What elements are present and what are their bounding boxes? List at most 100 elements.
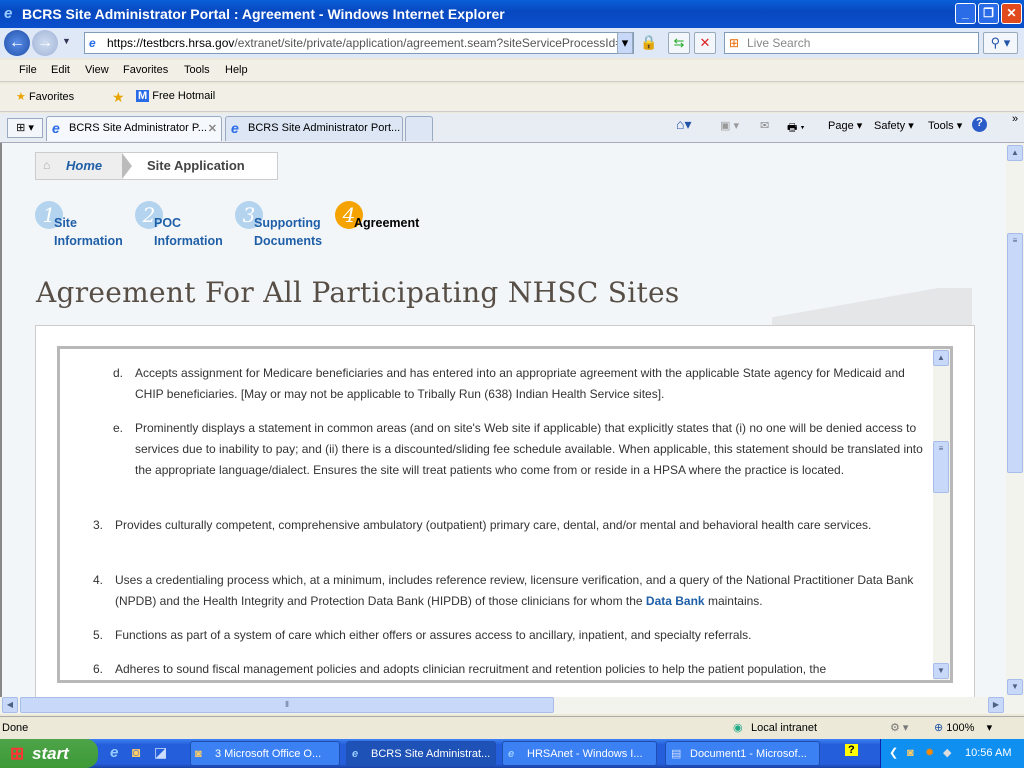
system-tray: ❮ ◙ ✹ ◆ 10:56 AM — [880, 739, 1024, 768]
new-tab-button[interactable] — [405, 116, 433, 141]
search-input[interactable]: ⊞ Live Search — [724, 32, 979, 54]
search-button[interactable]: ⚲ ▾ — [983, 32, 1018, 54]
safety-menu[interactable]: Safety ▾ — [874, 119, 914, 132]
help-icon[interactable]: ? — [972, 117, 987, 132]
network-tray-icon[interactable]: ✹ — [925, 739, 934, 768]
taskbar: ⊞ start e ◙ ◪ ◙ 3 Microsoft Office O... eB… — [0, 739, 1024, 768]
ie-tab-icon: e — [52, 120, 60, 136]
close-button[interactable]: ✕ — [1001, 3, 1022, 24]
agreement-scrollbar[interactable]: ▲ ≡ ▼ — [933, 349, 950, 680]
taskbar-item-outlook[interactable]: ◙ 3 Microsoft Office O... — [190, 741, 340, 766]
ie-quicklaunch-icon[interactable]: e — [110, 744, 118, 761]
address-input[interactable]: e https://testbcrs.hrsa.gov/extranet/sit… — [84, 32, 634, 54]
menu-edit[interactable]: Edit — [51, 64, 70, 76]
start-label: start — [32, 744, 69, 763]
menu-file[interactable]: File — [19, 64, 37, 76]
menu-help[interactable]: Help — [225, 64, 248, 76]
agreement-item-4: 4. Uses a credentialing process which, at… — [93, 570, 930, 612]
start-button[interactable]: ⊞ start — [0, 739, 98, 768]
chevron-more-icon[interactable]: » — [1012, 113, 1018, 125]
breadcrumb-home[interactable]: ⌂ Home — [36, 153, 122, 179]
taskbar-item-bcrs[interactable]: e BCRS Site Administrat... — [346, 741, 496, 766]
agreement-item-e: e. Prominently displays a statement in co… — [113, 418, 925, 481]
print-icon[interactable]: 🖶 ▾ — [787, 119, 805, 138]
page-content: ⌂ Home Site Application 1 Site Information… — [0, 143, 1006, 697]
page-label: Page — [828, 120, 854, 132]
taskbar-item-hrsanet[interactable]: e HRSAnet - Windows I... — [502, 741, 657, 766]
item-marker: 6. — [93, 662, 104, 676]
home-icon[interactable]: ⌂▾ — [676, 116, 691, 133]
page-icon: e — [89, 36, 96, 50]
home-link[interactable]: Home — [66, 158, 102, 173]
menu-bar: File Edit View Favorites Tools Help — [0, 60, 1024, 82]
step-label-line2: Information — [154, 234, 223, 248]
tab-active[interactable]: e BCRS Site Administrator P... ✕ — [46, 116, 222, 141]
favorites-button[interactable]: ★ Favorites — [16, 90, 74, 103]
address-toolbar: ← → ▼ e https://testbcrs.hrsa.gov/extran… — [0, 28, 1024, 58]
tools-menu[interactable]: Tools ▾ — [928, 119, 962, 132]
page-vertical-scrollbar[interactable]: ▲ ≡ ▼ — [1006, 143, 1024, 697]
scroll-right-button[interactable]: ▶ — [988, 697, 1004, 713]
scroll-down-button[interactable]: ▼ — [933, 663, 949, 679]
menu-favorites[interactable]: Favorites — [123, 64, 168, 76]
refresh-button[interactable]: ⇆ — [668, 32, 690, 54]
history-dropdown-icon[interactable]: ▼ — [62, 36, 71, 46]
menu-tools[interactable]: Tools — [184, 64, 210, 76]
item-text: Uses a credentialing process which, at a… — [115, 573, 914, 608]
desktop-quicklaunch-icon[interactable]: ◪ — [154, 744, 167, 761]
taskbar-item-word[interactable]: ▤ Document1 - Microsof... — [665, 741, 820, 766]
add-favorite-icon[interactable]: ★ — [112, 89, 125, 106]
scroll-up-button[interactable]: ▲ — [933, 350, 949, 366]
favorites-label: Favorites — [28, 91, 75, 103]
tab-label: BCRS Site Administrator P... — [69, 122, 207, 134]
quick-tabs-button[interactable]: ⊞ ▾ — [7, 118, 43, 138]
live-search-icon: ⊞ — [729, 36, 740, 50]
title-bar: e BCRS Site Administrator Portal : Agree… — [0, 0, 1024, 28]
clock[interactable]: 10:56 AM — [965, 739, 1011, 768]
favorites-bar: ★ Favorites ★ M Free Hotmail — [0, 84, 1024, 112]
tools-label: Tools — [928, 120, 954, 132]
lock-icon[interactable]: 🔒 — [640, 34, 657, 51]
scroll-thumb[interactable]: ⦀ — [20, 697, 554, 713]
outlook-quicklaunch-icon[interactable]: ◙ — [132, 744, 140, 760]
menu-view[interactable]: View — [85, 64, 109, 76]
read-mail-icon[interactable]: ✉ — [760, 119, 769, 132]
help-tray-icon[interactable]: ? — [845, 744, 858, 756]
scroll-down-button[interactable]: ▼ — [1007, 679, 1023, 695]
scroll-left-button[interactable]: ◀ — [2, 697, 18, 713]
scroll-thumb[interactable]: ≡ — [1007, 233, 1023, 473]
outlook-tray-icon[interactable]: ◙ — [907, 739, 914, 768]
stop-button[interactable]: ✕ — [694, 32, 716, 54]
step-label-line1: Agreement — [354, 216, 420, 230]
data-bank-link[interactable]: Data Bank — [646, 594, 705, 608]
protected-mode-icon[interactable]: ⚙ ▾ — [890, 721, 908, 734]
page-menu[interactable]: Page ▾ — [828, 119, 862, 132]
breadcrumb: ⌂ Home Site Application — [35, 152, 278, 180]
free-hotmail-link[interactable]: M Free Hotmail — [136, 90, 215, 102]
star-icon: ★ — [16, 91, 26, 103]
decorative-paper — [772, 288, 972, 325]
item-text: Adheres to sound fiscal management polic… — [115, 662, 827, 676]
tab-2[interactable]: e BCRS Site Administrator Port... — [225, 116, 403, 141]
address-dropdown[interactable]: ▾ — [617, 32, 633, 54]
item-marker: e. — [113, 421, 124, 435]
forward-button[interactable]: → — [32, 30, 58, 56]
close-tab-icon[interactable]: ✕ — [208, 122, 217, 135]
windows-logo-icon: ⊞ — [10, 744, 25, 763]
item-marker: 5. — [93, 628, 104, 642]
show-hidden-icons[interactable]: ❮ — [889, 739, 898, 768]
item-text: Accepts assignment for Medicare benefici… — [135, 366, 905, 401]
minimize-button[interactable]: _ — [955, 3, 976, 24]
page-horizontal-scrollbar[interactable]: ◀ ⦀ ▶ — [0, 697, 1024, 714]
back-button[interactable]: ← — [4, 30, 30, 56]
agreement-item-6: 6. Adheres to sound fiscal management pol… — [93, 659, 930, 680]
step-label-line2: Information — [54, 234, 123, 248]
scroll-up-button[interactable]: ▲ — [1007, 145, 1023, 161]
feeds-icon[interactable]: ▣ ▾ — [720, 119, 739, 132]
status-bar: Done ◉ Local intranet ⚙ ▾ ⊕ 100% ▾ — [0, 716, 1024, 739]
scroll-thumb[interactable]: ≡ — [933, 441, 949, 493]
restore-button[interactable]: ❐ — [978, 3, 999, 24]
agreement-text-box: d. Accepts assignment for Medicare benefi… — [57, 346, 953, 683]
zoom-control[interactable]: ⊕ 100% ▾ — [934, 721, 992, 734]
tray-app-icon[interactable]: ◆ — [943, 739, 951, 768]
